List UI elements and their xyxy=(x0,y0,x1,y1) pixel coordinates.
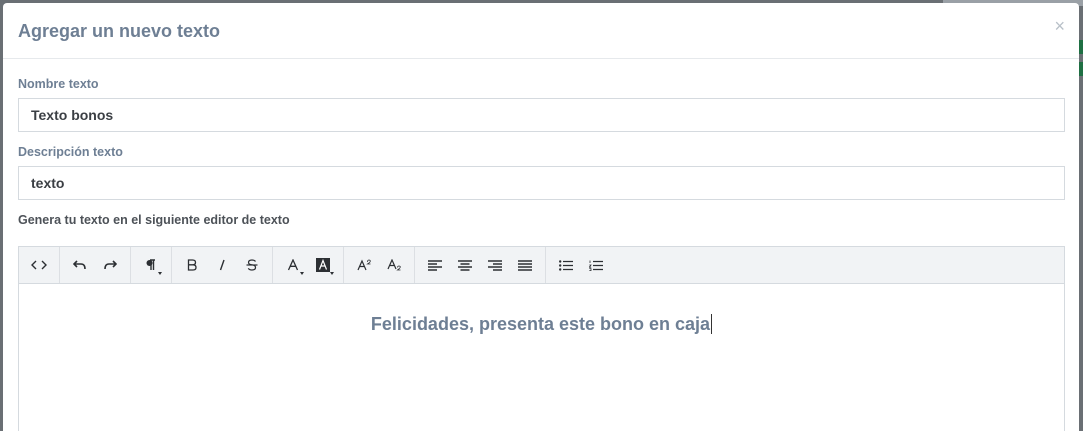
editor-hint: Genera tu texto en el siguiente editor d… xyxy=(18,213,290,227)
toolbar-group-history xyxy=(60,247,131,283)
name-label: Nombre texto xyxy=(18,77,99,91)
rich-text-editor: Felicidades, presenta este bono en caja xyxy=(18,246,1065,431)
align-center-icon[interactable] xyxy=(450,252,480,278)
editor-content-area[interactable]: Felicidades, presenta este bono en caja xyxy=(19,284,1064,431)
dropdown-caret-icon xyxy=(330,272,334,275)
align-justify-icon[interactable] xyxy=(510,252,540,278)
toolbar-group-script xyxy=(344,247,415,283)
align-left-icon[interactable] xyxy=(420,252,450,278)
strikethrough-icon[interactable] xyxy=(237,252,267,278)
editor-toolbar xyxy=(19,247,1064,284)
toolbar-group-paragraph xyxy=(131,247,172,283)
modal-title: Agregar un nuevo texto xyxy=(18,21,221,41)
text-cursor xyxy=(711,314,713,334)
name-input[interactable] xyxy=(18,98,1065,132)
bullet-list-icon[interactable] xyxy=(551,252,581,278)
editor-content-text: Felicidades, presenta este bono en caja xyxy=(370,314,711,334)
toolbar-group-color xyxy=(273,247,344,283)
background-accent xyxy=(1079,40,1083,54)
toolbar-group-list xyxy=(546,247,616,283)
redo-icon[interactable] xyxy=(95,252,125,278)
italic-icon[interactable] xyxy=(207,252,237,278)
font-color-icon[interactable] xyxy=(278,252,308,278)
dropdown-caret-icon xyxy=(158,272,162,275)
editor-content: Felicidades, presenta este bono en caja xyxy=(19,314,1064,335)
highlight-color-icon[interactable] xyxy=(308,252,338,278)
undo-icon[interactable] xyxy=(65,252,95,278)
add-text-modal: Agregar un nuevo texto × Nombre texto De… xyxy=(3,3,1079,431)
description-input[interactable] xyxy=(18,166,1065,200)
dropdown-caret-icon xyxy=(300,272,304,275)
background-accent xyxy=(1079,62,1083,76)
code-view-icon[interactable] xyxy=(24,252,54,278)
toolbar-group-format xyxy=(172,247,273,283)
close-button[interactable]: × xyxy=(1054,17,1065,35)
toolbar-group-align xyxy=(415,247,546,283)
align-right-icon[interactable] xyxy=(480,252,510,278)
paragraph-icon[interactable] xyxy=(136,252,166,278)
superscript-icon[interactable] xyxy=(349,252,379,278)
toolbar-group-view xyxy=(19,247,60,283)
numbered-list-icon[interactable] xyxy=(581,252,611,278)
modal-header: Agregar un nuevo texto × xyxy=(3,3,1079,59)
bold-icon[interactable] xyxy=(177,252,207,278)
subscript-icon[interactable] xyxy=(379,252,409,278)
description-label: Descripción texto xyxy=(18,145,123,159)
